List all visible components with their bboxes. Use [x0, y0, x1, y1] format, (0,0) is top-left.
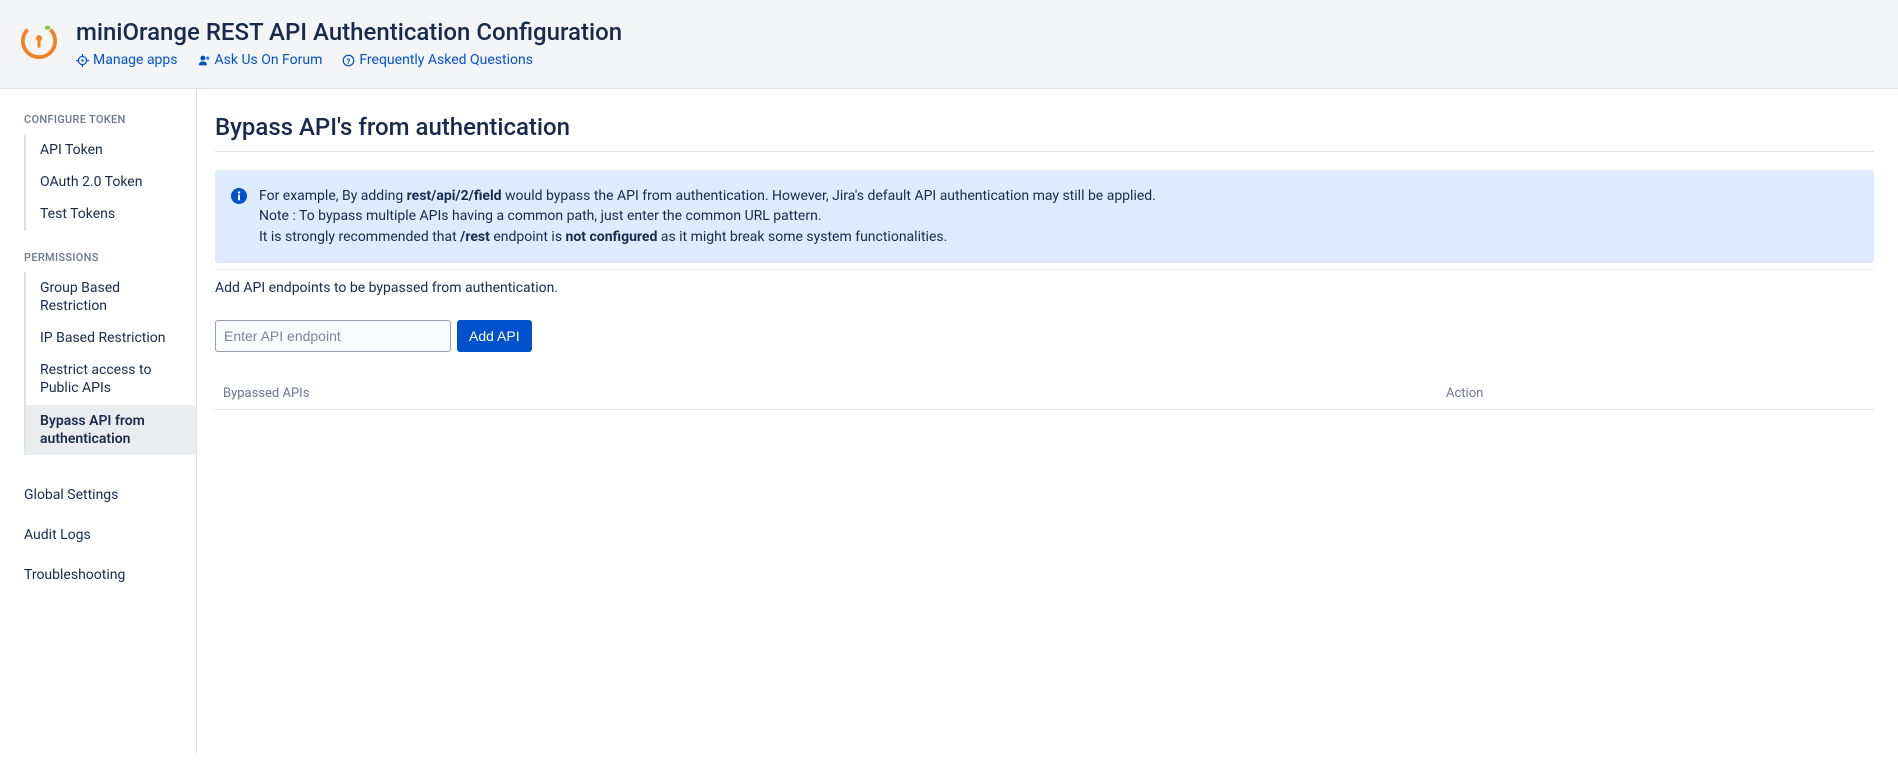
info-line2: Note : To bypass multiple APIs having a …	[259, 206, 1156, 226]
sidebar-item-group-restriction[interactable]: Group Based Restriction	[26, 272, 196, 322]
table-col-bypassed: Bypassed APIs	[223, 386, 1446, 401]
sidebar-item-test-tokens[interactable]: Test Tokens	[26, 198, 196, 230]
table-header: Bypassed APIs Action	[215, 380, 1874, 410]
sidebar-item-global-settings[interactable]: Global Settings	[24, 475, 196, 515]
info-line1-post: would bypass the API from authentication…	[502, 188, 1156, 204]
sidebar: CONFIGURE TOKEN API Token OAuth 2.0 Toke…	[0, 89, 197, 753]
sidebar-item-troubleshooting[interactable]: Troubleshooting	[24, 555, 196, 595]
add-api-button[interactable]: Add API	[457, 320, 532, 352]
users-icon	[198, 54, 211, 67]
faq-label: Frequently Asked Questions	[359, 52, 533, 68]
manage-apps-link[interactable]: Manage apps	[76, 52, 178, 68]
info-icon	[231, 188, 247, 204]
ask-forum-label: Ask Us On Forum	[215, 52, 323, 68]
question-circle-icon: ?	[342, 54, 355, 67]
info-line3-mid: endpoint is	[490, 229, 566, 245]
svg-text:?: ?	[347, 56, 351, 65]
info-line3-bold1: /rest	[460, 229, 490, 245]
miniorange-logo-icon	[20, 22, 58, 60]
manage-apps-label: Manage apps	[93, 52, 178, 68]
faq-link[interactable]: ? Frequently Asked Questions	[342, 52, 533, 68]
description-text: Add API endpoints to be bypassed from au…	[215, 280, 1874, 296]
info-line1-pre: For example, By adding	[259, 188, 407, 204]
header: miniOrange REST API Authentication Confi…	[0, 0, 1898, 89]
ask-forum-link[interactable]: Ask Us On Forum	[198, 52, 323, 68]
page-title: miniOrange REST API Authentication Confi…	[76, 18, 622, 46]
info-line3-post: as it might break some system functional…	[657, 229, 947, 245]
main-content: Bypass API's from authentication For exa…	[197, 89, 1898, 753]
info-line3-pre: It is strongly recommended that	[259, 229, 460, 245]
sidebar-item-bypass-api[interactable]: Bypass API from authentication	[26, 405, 196, 455]
sidebar-item-oauth-token[interactable]: OAuth 2.0 Token	[26, 166, 196, 198]
logo	[20, 22, 58, 64]
sidebar-item-api-token[interactable]: API Token	[26, 134, 196, 166]
info-line1-bold: rest/api/2/field	[407, 188, 502, 204]
info-text: For example, By adding rest/api/2/field …	[259, 186, 1156, 247]
sidebar-item-audit-logs[interactable]: Audit Logs	[24, 515, 196, 555]
info-box: For example, By adding rest/api/2/field …	[215, 170, 1874, 263]
table-col-action: Action	[1446, 386, 1866, 401]
sidebar-group-token-label: CONFIGURE TOKEN	[24, 113, 196, 126]
main-heading: Bypass API's from authentication	[215, 113, 1874, 152]
api-endpoint-input[interactable]	[215, 320, 451, 352]
input-row: Add API	[215, 320, 1874, 352]
divider	[215, 269, 1874, 270]
crosshair-icon	[76, 54, 89, 67]
sidebar-group-permissions-label: PERMISSIONS	[24, 251, 196, 264]
sidebar-item-ip-restriction[interactable]: IP Based Restriction	[26, 322, 196, 354]
info-line3-bold2: not configured	[566, 229, 658, 245]
sidebar-item-public-api-restrict[interactable]: Restrict access to Public APIs	[26, 354, 196, 404]
header-links: Manage apps Ask Us On Forum ? Frequently…	[76, 52, 622, 68]
